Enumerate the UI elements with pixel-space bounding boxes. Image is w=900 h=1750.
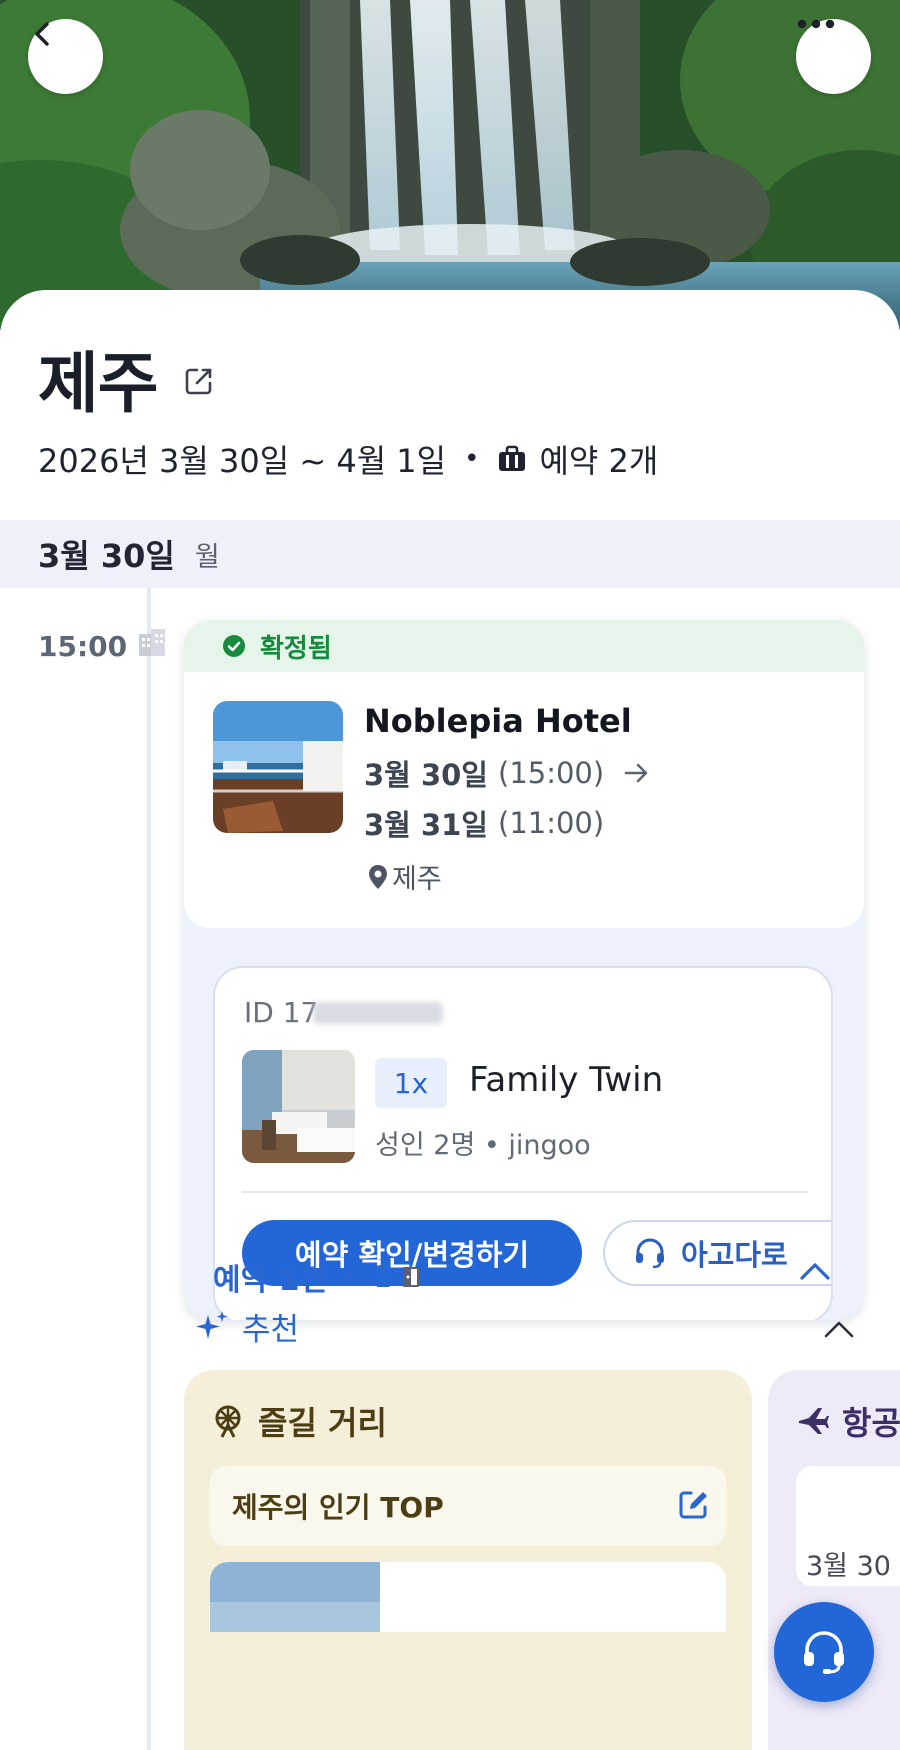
trip-title: 제주 <box>38 345 158 422</box>
checkin-time: (15:00) <box>498 756 605 790</box>
meta-separator: • <box>464 444 480 474</box>
timeline-time: 15:00 <box>38 630 128 663</box>
support-label: 아고다로 <box>681 1238 788 1272</box>
popular-top-label: 제주의 인기 TOP <box>232 1491 444 1524</box>
recommend-label: 추천 <box>242 1312 300 1348</box>
edit-icon[interactable] <box>676 1488 710 1522</box>
door-icon <box>403 1267 420 1287</box>
arrow-right-icon <box>624 762 650 784</box>
ferris-wheel-icon <box>215 1405 241 1438</box>
trip-dates: 2026년 3월 30일 ~ 4월 1일 <box>38 442 447 480</box>
trip-title-row: 제주 <box>38 330 215 426</box>
hotel-photo <box>213 701 343 833</box>
checkout-date: 3월 31일 <box>364 808 488 842</box>
chevron-left-icon <box>35 22 49 46</box>
headset-icon <box>636 1238 664 1269</box>
airplane-icon <box>799 1408 829 1434</box>
flights-title: 항공 <box>842 1404 900 1442</box>
status-banner: 확정됨 <box>184 620 864 672</box>
more-horizontal-icon <box>797 19 835 29</box>
popular-top-item[interactable]: 제주의 인기 TOP <box>210 1466 726 1546</box>
headset-icon <box>804 1631 844 1674</box>
trip-meta: 2026년 3월 30일 ~ 4월 1일 • 예약 2개 <box>38 436 658 482</box>
checkout-line: 3월 31일 (11:00) <box>364 802 604 844</box>
booking-count: 예약 2개 <box>539 442 659 480</box>
hero-image <box>0 0 900 330</box>
checkout-time: (11:00) <box>498 806 605 840</box>
sparkle-icon <box>196 1310 228 1339</box>
activities-title-row: 즐길 거리 <box>210 1398 387 1444</box>
activities-card[interactable]: 즐길 거리 제주의 인기 TOP <box>184 1370 752 1750</box>
help-chat-button[interactable] <box>774 1602 874 1702</box>
recommend-header[interactable]: 추천 <box>194 1304 299 1349</box>
chevron-up-icon[interactable] <box>798 1260 832 1282</box>
timeline-line <box>147 588 151 1750</box>
chevron-up-icon[interactable] <box>822 1318 856 1340</box>
back-button[interactable] <box>28 19 103 94</box>
divider <box>242 1191 808 1193</box>
check-circle-icon <box>223 635 245 657</box>
edit-icon[interactable] <box>183 365 215 397</box>
day-weekday: 월 <box>194 541 220 573</box>
booking-card[interactable]: 확정됨 Noblepia Hotel 3월 30일 (15:00) 3월 31일… <box>184 620 864 1320</box>
count-separator: • <box>343 1263 358 1291</box>
booking-count-row: 예약 1건 • 1 <box>213 1255 422 1299</box>
flight-date: 3월 30 <box>806 1551 891 1582</box>
guest-info: 성인 2명 • jingoo <box>375 1130 591 1161</box>
activity-photo <box>210 1562 726 1632</box>
booking-id: ID 17 <box>244 996 319 1029</box>
hotel-summary[interactable]: Noblepia Hotel 3월 30일 (15:00) 3월 31일 (11… <box>184 672 864 928</box>
checkin-line: 3월 30일 (15:00) <box>364 752 650 794</box>
hotel-name: Noblepia Hotel <box>364 702 632 740</box>
activities-title: 즐길 거리 <box>258 1404 387 1442</box>
flights-title-row: 항공 <box>798 1398 900 1444</box>
day-header: 3월 30일 월 <box>0 520 900 588</box>
room-quantity: 1x <box>375 1058 447 1108</box>
status-label: 확정됨 <box>260 633 332 664</box>
room-name: Family Twin <box>469 1060 664 1100</box>
hotel-location: 제주 <box>368 857 442 896</box>
trip-sheet: 제주 2026년 3월 30일 ~ 4월 1일 • 예약 2개 3월 30일 월… <box>0 290 900 1750</box>
location-label: 제주 <box>392 864 442 895</box>
booking-id-redacted <box>313 1002 443 1024</box>
room-count: 1 <box>373 1259 393 1295</box>
room-photo <box>242 1050 355 1163</box>
day-date: 3월 30일 <box>38 537 175 575</box>
more-button[interactable] <box>796 19 871 94</box>
location-pin-icon <box>369 864 387 889</box>
briefcase-icon <box>497 445 527 473</box>
checkin-date: 3월 30일 <box>364 758 488 792</box>
booking-count-label: 예약 1건 <box>213 1263 328 1298</box>
building-icon <box>139 629 165 656</box>
